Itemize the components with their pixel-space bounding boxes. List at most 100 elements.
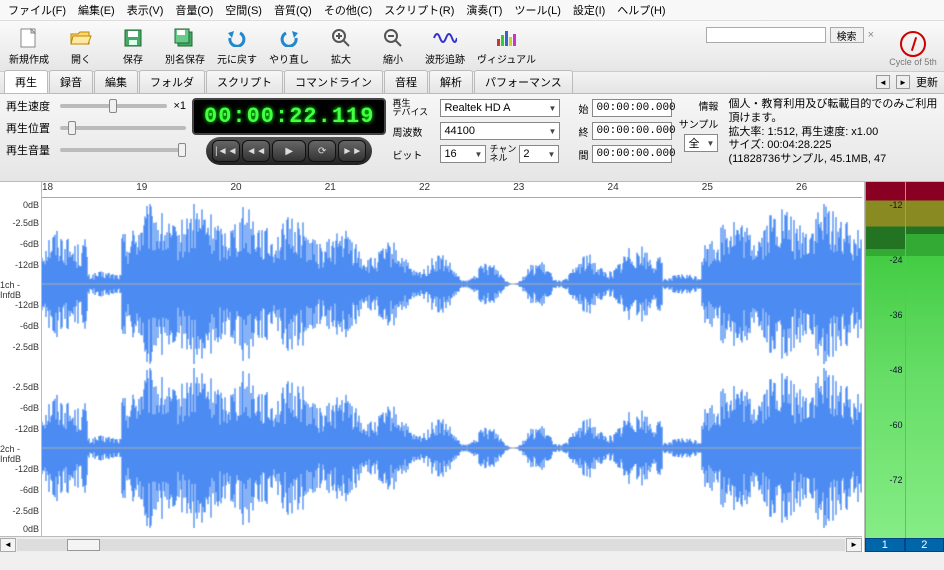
meter-scale-label: -72 xyxy=(889,475,902,485)
main-toolbar: 新規作成 開く 保存 別名保存 元に戻す やり直し 拡大 縮小 波形追跡 ヴィジ… xyxy=(0,21,944,72)
meter-scale-label: -36 xyxy=(889,310,902,320)
new-label: 新規作成 xyxy=(9,51,49,66)
gutter-label: -2.5dB xyxy=(12,506,39,516)
tab-3[interactable]: フォルダ xyxy=(139,70,205,93)
info-line: (11828736サンプル, 45.1MB, 47 xyxy=(728,153,938,167)
device-grid: 再生 デバイス Realtek HD A▼ 始 00:00:00.000 周波数… xyxy=(392,98,672,177)
zoomout-button[interactable]: 縮小 xyxy=(368,23,418,69)
saveas-label: 別名保存 xyxy=(165,51,205,66)
logo-icon xyxy=(900,31,926,57)
wavetrack-button[interactable]: 波形追跡 xyxy=(420,23,470,69)
menu-item[interactable]: 表示(V) xyxy=(127,2,164,18)
gutter-label: 2ch -InfdB xyxy=(0,444,39,464)
search-box: 検索 × xyxy=(706,27,874,43)
end-time[interactable]: 00:00:00.000 xyxy=(592,122,672,140)
redo-icon xyxy=(277,26,301,50)
undo-button[interactable]: 元に戻す xyxy=(212,23,262,69)
scroll-right-button[interactable]: ► xyxy=(846,538,862,552)
info-line: 拡大率: 1:512, 再生速度: x1.00 xyxy=(728,126,938,140)
transport-bar: |◄◄ ◄◄ ▶ ⟳ ►► xyxy=(206,137,372,165)
tab-1[interactable]: 録音 xyxy=(49,70,93,93)
open-button[interactable]: 開く xyxy=(56,23,106,69)
menu-item[interactable]: その他(C) xyxy=(324,2,372,18)
menu-item[interactable]: ツール(L) xyxy=(514,2,560,18)
meter-scale-label: -12 xyxy=(889,200,902,210)
sample-label: サンプル xyxy=(679,116,719,131)
waveform-view: 181920212223242526 0dB-2.5dB-6dB-12dB1ch… xyxy=(0,182,944,552)
menu-item[interactable]: 演奏(T) xyxy=(466,2,502,18)
search-button[interactable]: 検索 xyxy=(830,27,864,43)
gutter-label: -2.5dB xyxy=(12,382,39,392)
freq-label: 周波数 xyxy=(392,124,436,139)
tabs-right-arrow[interactable]: ► xyxy=(896,75,910,89)
info-label: 情報 xyxy=(698,98,718,113)
gutter-label: -12dB xyxy=(15,260,39,270)
tab-4[interactable]: スクリプト xyxy=(206,70,283,93)
tab-7[interactable]: 解析 xyxy=(429,70,473,93)
speed-slider[interactable] xyxy=(60,104,167,108)
gutter-label: -2.5dB xyxy=(12,342,39,352)
info-line: サイズ: 00:04:28.225 xyxy=(728,139,938,153)
waveform-canvas-area[interactable] xyxy=(42,182,862,552)
undo-icon xyxy=(225,26,249,50)
menu-item[interactable]: スクリプト(R) xyxy=(384,2,454,18)
menu-item[interactable]: 設定(I) xyxy=(573,2,605,18)
menu-item[interactable]: ヘルプ(H) xyxy=(617,2,665,18)
tab-5[interactable]: コマンドライン xyxy=(284,70,383,93)
dropdown-icon: ▼ xyxy=(707,139,715,148)
meter-foot-2[interactable]: 2 xyxy=(905,538,944,552)
level-meters: 0.00.0 -12-24-36-48-60-72 12 xyxy=(864,182,944,552)
meter-foot-1[interactable]: 1 xyxy=(865,538,905,552)
loop-button[interactable]: ⟳ xyxy=(308,140,336,162)
tab-6[interactable]: 音程 xyxy=(384,70,428,93)
zoomin-button[interactable]: 拡大 xyxy=(316,23,366,69)
tab-8[interactable]: パフォーマンス xyxy=(474,70,573,93)
visual-icon xyxy=(495,26,519,50)
save-button[interactable]: 保存 xyxy=(108,23,158,69)
scroll-thumb[interactable] xyxy=(67,539,100,551)
rewind-button[interactable]: ◄◄ xyxy=(242,140,270,162)
gutter-label: -6dB xyxy=(20,239,39,249)
horizontal-scrollbar[interactable]: ◄ ► xyxy=(0,536,862,552)
menu-item[interactable]: 空間(S) xyxy=(225,2,262,18)
ch-label: チャン ネル xyxy=(489,145,516,163)
search-input[interactable] xyxy=(706,27,826,43)
wave-icon xyxy=(433,26,457,50)
tabs-left-arrow[interactable]: ◄ xyxy=(876,75,890,89)
menu-item[interactable]: 音量(O) xyxy=(175,2,213,18)
search-close-icon[interactable]: × xyxy=(868,29,874,41)
gutter-label: -12dB xyxy=(15,424,39,434)
play-button[interactable]: ▶ xyxy=(272,140,306,162)
ch-value: 2 xyxy=(523,148,529,160)
undo-label: 元に戻す xyxy=(217,51,257,66)
device-select[interactable]: Realtek HD A▼ xyxy=(440,99,560,117)
saveas-button[interactable]: 別名保存 xyxy=(160,23,210,69)
meter-scale-label: -24 xyxy=(889,255,902,265)
all-select[interactable]: 全▼ xyxy=(684,134,718,152)
start-time[interactable]: 00:00:00.000 xyxy=(592,99,672,117)
volume-slider[interactable] xyxy=(60,148,186,152)
meter-footer: 12 xyxy=(865,538,944,552)
forward-button[interactable]: ►► xyxy=(338,140,366,162)
position-slider[interactable] xyxy=(60,126,186,130)
menu-item[interactable]: 音質(Q) xyxy=(274,2,312,18)
new-button[interactable]: 新規作成 xyxy=(4,23,54,69)
scroll-track[interactable] xyxy=(17,539,845,551)
gutter-label: 1ch -InfdB xyxy=(0,280,39,300)
device-label: 再生 デバイス xyxy=(392,99,436,117)
dropdown-icon: ▼ xyxy=(549,104,557,113)
menu-item[interactable]: ファイル(F) xyxy=(8,2,66,18)
menu-item[interactable]: 編集(E) xyxy=(78,2,115,18)
scroll-left-button[interactable]: ◄ xyxy=(0,538,16,552)
tab-2[interactable]: 編集 xyxy=(94,70,138,93)
bit-select[interactable]: 16▼ xyxy=(440,145,486,163)
skip-start-button[interactable]: |◄◄ xyxy=(212,140,240,162)
ch-select[interactable]: 2▼ xyxy=(519,145,559,163)
span-time[interactable]: 00:00:00.000 xyxy=(592,145,672,163)
redo-label: やり直し xyxy=(269,51,309,66)
tab-0[interactable]: 再生 xyxy=(4,70,48,93)
visual-button[interactable]: ヴィジュアル xyxy=(472,23,541,69)
freq-select[interactable]: 44100▼ xyxy=(440,122,560,140)
refresh-button[interactable]: 更新 xyxy=(916,74,938,90)
redo-button[interactable]: やり直し xyxy=(264,23,314,69)
